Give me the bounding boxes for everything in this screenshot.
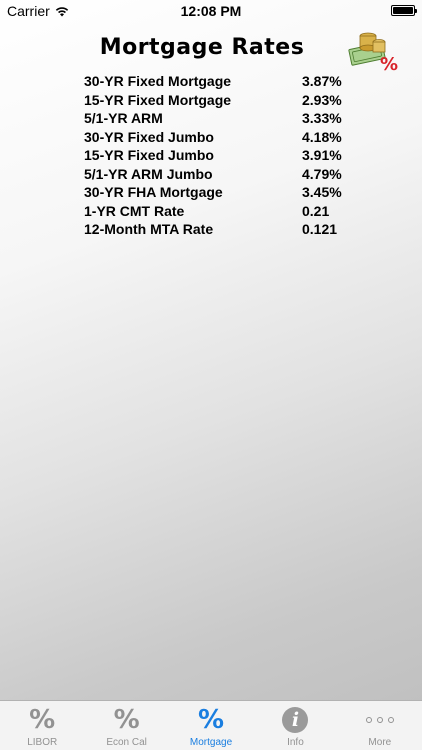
rate-row: 30-YR Fixed Jumbo 4.18% (84, 128, 354, 147)
rate-row: 12-Month MTA Rate 0.121 (84, 220, 354, 239)
rate-row: 30-YR FHA Mortgage 3.45% (84, 183, 354, 202)
percent-icon: % (113, 705, 140, 735)
svg-text:%: % (380, 54, 398, 72)
page-title: Mortgage Rates (99, 35, 305, 60)
tab-econ-cal[interactable]: % Econ Cal (84, 701, 168, 750)
rate-label: 30-YR Fixed Jumbo (84, 128, 214, 145)
rate-row: 15-YR Fixed Jumbo 3.91% (84, 146, 354, 165)
rate-label: 5/1-YR ARM Jumbo (84, 165, 213, 182)
rate-value: 3.45% (302, 184, 342, 200)
rate-row: 30-YR Fixed Mortgage 3.87% (84, 72, 354, 91)
tab-label: Info (287, 737, 304, 748)
rate-label: 15-YR Fixed Mortgage (84, 91, 232, 108)
rate-value: 3.87% (302, 73, 342, 89)
tab-mortgage[interactable]: % Mortgage (169, 701, 253, 750)
money-percent-icon: % (348, 32, 398, 72)
rate-value: 0.21 (302, 202, 330, 219)
status-time: 12:08 PM (180, 3, 242, 19)
tab-label: Mortgage (189, 737, 233, 748)
tab-info[interactable]: i Info (253, 701, 337, 750)
info-icon: i (282, 705, 309, 735)
rate-label: 1-YR CMT Rate (84, 202, 185, 219)
percent-icon: % (29, 705, 56, 735)
tab-label: LIBOR (27, 737, 58, 748)
status-bar: Carrier 12:08 PM (0, 0, 422, 22)
rate-value: 2.93% (302, 91, 342, 108)
more-icon (365, 705, 394, 735)
rate-value: 4.79% (302, 165, 342, 182)
rate-label: 15-YR Fixed Jumbo (84, 147, 214, 163)
tab-more[interactable]: More (338, 701, 422, 750)
rate-row: 1-YR CMT Rate 0.21 (84, 202, 354, 221)
percent-icon: % (197, 705, 225, 735)
rate-value: 0.121 (302, 221, 338, 237)
rate-row: 5/1-YR ARM Jumbo 4.79% (84, 165, 354, 184)
rate-label: 5/1-YR ARM (84, 110, 163, 126)
rate-row: 5/1-YR ARM 3.33% (84, 109, 354, 128)
tab-label: Econ Cal (106, 737, 147, 748)
rate-row: 15-YR Fixed Mortgage 2.93% (84, 91, 354, 110)
tab-label: More (368, 737, 392, 748)
rate-label: 12-Month MTA Rate (84, 221, 214, 237)
tab-bar: % LIBOR % Econ Cal % Mortgage i Info Mor… (0, 700, 422, 750)
rate-label: 30-YR Fixed Mortgage (84, 73, 232, 89)
status-right (391, 5, 417, 16)
tab-libor[interactable]: % LIBOR (0, 701, 84, 750)
rate-value: 3.33% (302, 110, 342, 126)
rate-value: 4.18% (302, 128, 342, 145)
rates-list: 30-YR Fixed Mortgage 3.87% 15-YR Fixed M… (84, 72, 354, 239)
rate-label: 30-YR FHA Mortgage (84, 184, 223, 200)
battery-icon (391, 5, 417, 16)
rate-value: 3.91% (302, 147, 342, 163)
